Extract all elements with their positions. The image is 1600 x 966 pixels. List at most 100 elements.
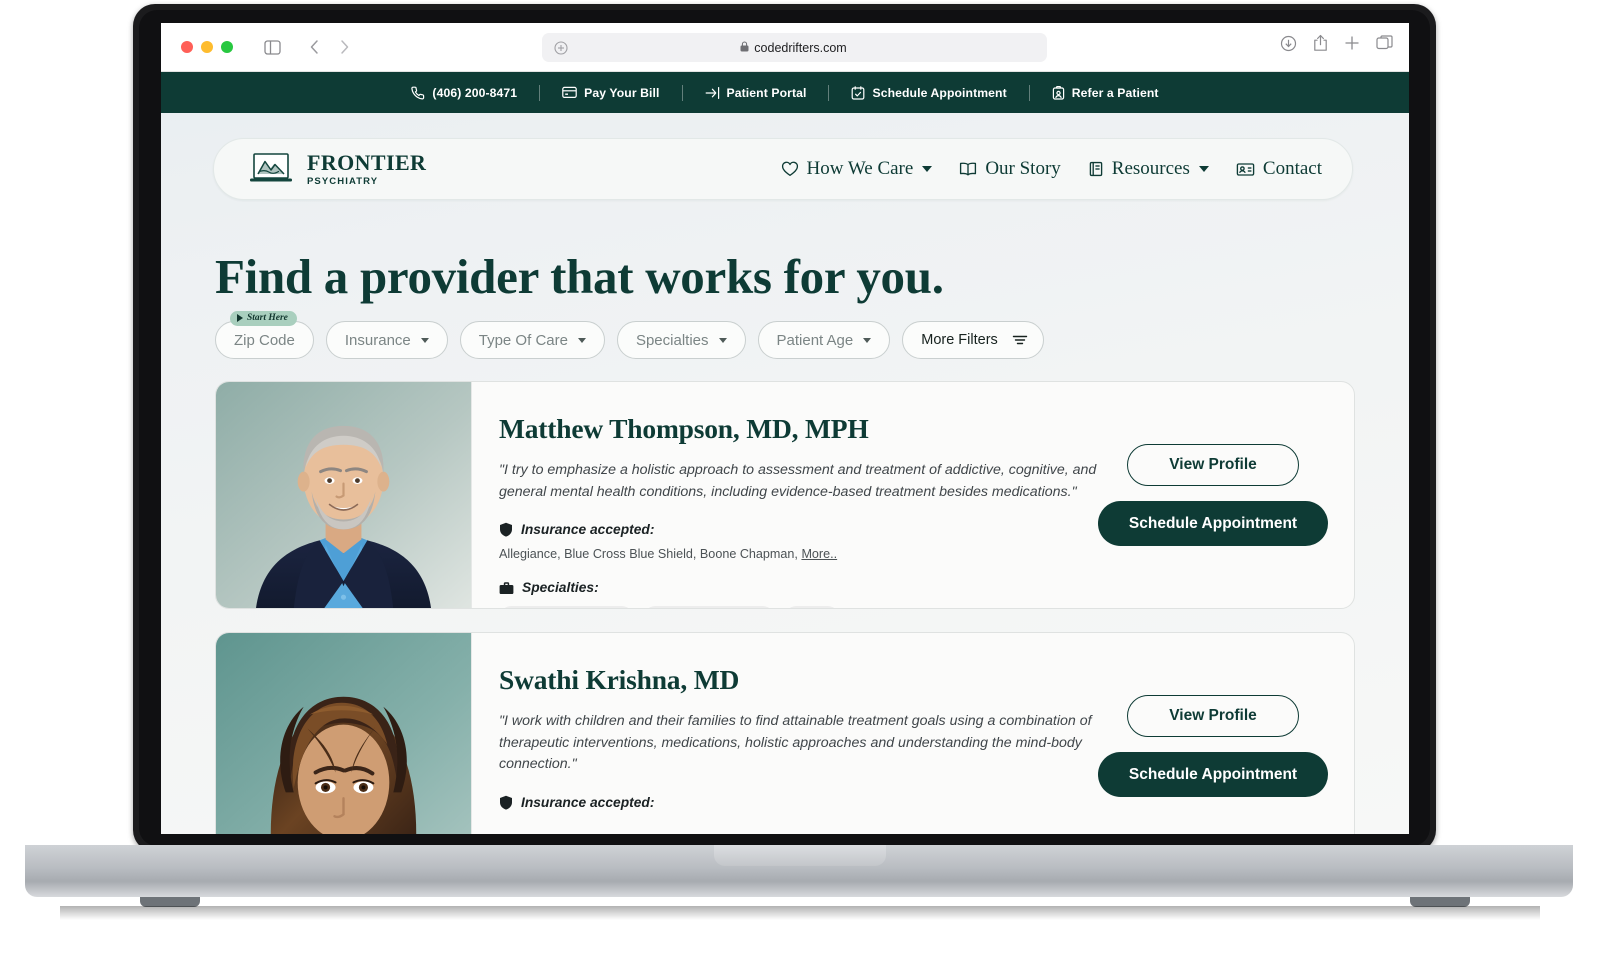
brand-subtitle: PSYCHIATRY [307,175,379,187]
main-navigation: How We Care Our Story Resources Contact [781,158,1322,180]
forward-chevron-icon[interactable] [331,34,357,60]
list-book-icon [1088,161,1104,177]
calendar-check-icon [851,85,865,100]
laptop-desk-shadow [60,906,1540,920]
provider-details: Matthew Thompson, MD, MPH "I try to emph… [472,382,1354,608]
clipboard-person-icon [1052,85,1065,100]
chevron-down-icon [420,337,429,343]
nav-item-how-we-care[interactable]: How We Care [781,158,933,180]
view-profile-button[interactable]: View Profile [1127,444,1299,486]
schedule-appointment-button[interactable]: Schedule Appointment [1098,501,1328,546]
play-triangle-icon [237,314,243,322]
book-icon [959,161,977,177]
window-traffic-lights[interactable] [181,41,233,53]
webpage-viewport: (406) 200-8471 Pay Your Bill Patient Por… [161,72,1409,834]
nav-label: Resources [1111,158,1190,179]
laptop-screen: codedrifters.com (406) 200-8471 Pay Your… [161,23,1409,834]
phone-icon [411,86,425,100]
site-header: FRONTIER PSYCHIATRY How We Care Our Stor… [213,138,1353,200]
provider-card-actions: View Profile Schedule Appointment [1098,382,1328,608]
provider-quote: "I work with children and their families… [499,713,1092,773]
shield-icon [499,522,513,537]
utility-item-schedule-appointment[interactable]: Schedule Appointment [829,86,1028,100]
filter-zip-code-input[interactable]: Start Here Zip Code [215,311,314,359]
nav-item-contact[interactable]: Contact [1236,158,1322,180]
insurance-label-text: Insurance accepted: [521,522,655,538]
minimize-window-button[interactable] [201,41,213,53]
utility-item-patient-portal[interactable]: Patient Portal [683,86,829,100]
filter-label: Specialties [635,331,709,349]
page-zoom-icon[interactable] [554,40,568,55]
page-title: Find a provider that works for you. [215,249,944,304]
insurance-more-link[interactable]: More.. [801,547,837,561]
schedule-appointment-button[interactable]: Schedule Appointment [1098,752,1328,797]
nav-item-resources[interactable]: Resources [1088,158,1209,180]
utility-label: Pay Your Bill [584,85,660,100]
chevron-down-icon [577,337,586,343]
filter-sliders-icon [1012,333,1028,347]
insurance-names: Allegiance, Blue Cross Blue Shield, Boon… [499,547,802,562]
provider-card[interactable]: Matthew Thompson, MD, MPH "I try to emph… [215,381,1355,609]
filter-label: Insurance [344,331,411,349]
chevron-down-icon [922,166,933,172]
provider-card[interactable]: Swathi Krishna, MD "I work with children… [215,632,1355,834]
nav-label: Our Story [985,158,1061,179]
tab-overview-icon[interactable] [1376,35,1393,56]
specialty-tag[interactable]: LGBT [783,606,840,608]
utility-item-pay-your-bill[interactable]: Pay Your Bill [540,86,681,100]
chevron-down-icon [1198,166,1209,172]
maximize-window-button[interactable] [221,41,233,53]
utility-top-bar: (406) 200-8471 Pay Your Bill Patient Por… [161,72,1409,113]
utility-label: Refer a Patient [1071,85,1159,100]
nav-label: How We Care [806,158,914,179]
filter-label: Patient Age [776,331,854,349]
url-text: codedrifters.com [754,40,847,55]
view-profile-button[interactable]: View Profile [1127,695,1299,737]
filter-more-filters-button[interactable]: More Filters [902,321,1044,359]
share-icon[interactable] [1313,34,1328,57]
new-tab-icon[interactable] [1344,35,1360,56]
utility-label: (406) 200-8471 [432,85,518,100]
filter-type-of-care-dropdown[interactable]: Type Of Care [459,321,605,359]
provider-quote: "I try to emphasize a holistic approach … [499,462,1097,500]
specialty-tag[interactable]: Cognitive Disorders [643,606,775,608]
brand-name: FRONTIER [307,149,427,175]
address-bar[interactable]: codedrifters.com [542,33,1047,62]
utility-item-refer-a-patient[interactable]: Refer a Patient [1030,85,1181,100]
filter-patient-age-dropdown[interactable]: Patient Age [757,321,891,359]
filter-label: Type Of Care [478,331,568,349]
utility-label: Schedule Appointment [872,85,1007,100]
chevron-down-icon [863,337,872,343]
lock-icon [740,39,749,57]
provider-details: Swathi Krishna, MD "I work with children… [472,633,1354,834]
contact-card-icon [1236,162,1255,177]
portrait-male-provider [216,382,472,608]
back-chevron-icon[interactable] [301,34,327,60]
laptop-base-notch [714,845,886,866]
download-icon[interactable] [1280,35,1297,57]
portrait-female-provider [216,633,472,834]
start-here-badge: Start Here [230,311,297,326]
nav-item-our-story[interactable]: Our Story [959,158,1061,180]
close-window-button[interactable] [181,41,193,53]
laptop-mockup: codedrifters.com (406) 200-8471 Pay Your… [0,0,1600,966]
specialty-tag[interactable]: Behavioral Addiction [499,606,635,608]
filter-specialties-dropdown[interactable]: Specialties [616,321,746,359]
filter-label: More Filters [921,332,998,348]
page-bottom-strip [0,920,1600,966]
mountain-laptop-logo-icon [246,152,296,186]
shield-icon [499,795,513,810]
briefcase-icon [499,581,514,595]
utility-item-phone[interactable]: (406) 200-8471 [389,86,539,100]
brand-logo[interactable]: FRONTIER PSYCHIATRY [246,149,427,187]
login-arrow-icon [705,86,720,100]
specialties-label-text: Specialties: [522,580,599,596]
browser-toolbar: codedrifters.com [161,23,1409,72]
filter-insurance-dropdown[interactable]: Insurance [325,321,448,359]
nav-label: Contact [1262,158,1322,179]
sidebar-icon[interactable] [259,34,285,60]
filter-bar: Start Here Zip Code Insurance Type Of Ca… [215,311,1044,359]
chevron-down-icon [718,337,727,343]
heart-icon [781,161,799,177]
utility-label: Patient Portal [726,85,807,100]
